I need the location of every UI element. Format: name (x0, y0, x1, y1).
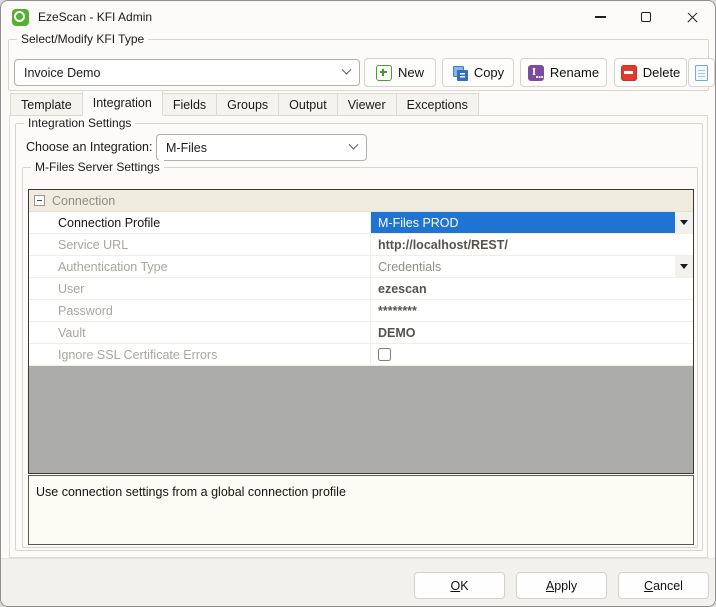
property-value: http://localhost/REST/ (378, 238, 508, 252)
ignore-ssl-value-cell (371, 344, 693, 365)
choose-integration-label: Choose an Integration: (26, 140, 152, 154)
ok-label: K (460, 579, 468, 593)
vault-value-cell[interactable]: DEMO (371, 322, 693, 343)
delete-button-label: Delete (643, 65, 681, 80)
chevron-down-icon (342, 65, 352, 75)
property-name: Authentication Type (29, 256, 371, 277)
user-value-cell[interactable]: ezescan (371, 278, 693, 299)
rename-button-label: Rename (550, 65, 599, 80)
tab-fields[interactable]: Fields (162, 93, 217, 116)
delete-icon (621, 65, 637, 81)
property-name: Connection Profile (29, 212, 371, 233)
tab-groups[interactable]: Groups (216, 93, 279, 116)
minimize-button[interactable] (577, 1, 623, 33)
kfi-type-group-label: Select/Modify KFI Type (17, 32, 148, 47)
ignore-ssl-checkbox[interactable] (378, 348, 391, 361)
integration-settings-label: Integration Settings (24, 116, 135, 131)
dropdown-button[interactable] (675, 256, 693, 277)
dropdown-arrow-icon (680, 264, 688, 269)
property-value: M-Files PROD (378, 216, 459, 230)
tab-exceptions[interactable]: Exceptions (396, 93, 479, 116)
property-value: Credentials (378, 260, 441, 274)
delete-button[interactable]: Delete (614, 58, 687, 87)
row-vault[interactable]: Vault DEMO (29, 322, 693, 344)
cancel-label: ancel (653, 579, 683, 593)
tab-output[interactable]: Output (278, 93, 338, 116)
mfiles-server-settings-groupbox: M-Files Server Settings Connection Conne… (22, 167, 698, 548)
window-title: EzeScan - KFI Admin (38, 10, 152, 24)
apply-mnemonic: A (546, 579, 554, 593)
maximize-icon (641, 12, 651, 22)
service-url-value-cell[interactable]: http://localhost/REST/ (371, 234, 693, 255)
kfi-admin-window: EzeScan - KFI Admin Select/Modify KFI Ty… (0, 0, 716, 607)
kfi-type-selected-value: Invoice Demo (24, 66, 100, 80)
property-name: Vault (29, 322, 371, 343)
row-connection-profile[interactable]: Connection Profile M-Files PROD (29, 212, 693, 234)
authentication-type-value-cell[interactable]: Credentials (371, 256, 693, 277)
close-icon (686, 11, 699, 24)
apply-label: pply (554, 579, 577, 593)
property-name: Service URL (29, 234, 371, 255)
property-description-text: Use connection settings from a global co… (36, 485, 346, 499)
row-authentication-type[interactable]: Authentication Type Credentials (29, 256, 693, 278)
apply-button[interactable]: Apply (516, 572, 607, 599)
rename-icon (528, 65, 544, 81)
password-value-cell[interactable]: ******** (371, 300, 693, 321)
copy-button[interactable]: Copy (442, 58, 514, 87)
report-button[interactable] (688, 58, 715, 87)
cancel-mnemonic: C (644, 579, 653, 593)
grid-empty-area (29, 366, 693, 472)
property-value: DEMO (378, 326, 416, 340)
new-icon (376, 65, 392, 81)
property-value: ezescan (378, 282, 427, 296)
copy-icon (452, 65, 468, 81)
ok-mnemonic: O (450, 579, 460, 593)
row-password[interactable]: Password ******** (29, 300, 693, 322)
new-button[interactable]: New (364, 58, 436, 87)
cancel-button[interactable]: Cancel (618, 572, 709, 599)
connection-profile-value-cell[interactable]: M-Files PROD (371, 212, 693, 233)
row-ignore-ssl-certificate-errors[interactable]: Ignore SSL Certificate Errors (29, 344, 693, 366)
maximize-button[interactable] (623, 1, 669, 33)
collapse-icon[interactable] (34, 195, 45, 206)
property-name: Password (29, 300, 371, 321)
document-icon (695, 65, 708, 81)
kfi-type-select[interactable]: Invoice Demo (14, 59, 360, 86)
tab-template[interactable]: Template (10, 93, 83, 116)
integration-settings-groupbox: Integration Settings Choose an Integrati… (15, 123, 703, 551)
property-description-panel: Use connection settings from a global co… (28, 475, 694, 545)
property-name: Ignore SSL Certificate Errors (29, 344, 371, 365)
tab-integration[interactable]: Integration (82, 90, 163, 116)
property-value: ******** (378, 304, 417, 318)
integration-selected-value: M-Files (166, 141, 207, 155)
footer-button-bar: OK Apply Cancel (1, 558, 715, 607)
new-button-label: New (398, 65, 424, 80)
dropdown-button[interactable] (675, 212, 693, 233)
kfi-type-groupbox: Select/Modify KFI Type Invoice Demo New … (8, 39, 709, 91)
mfiles-server-settings-label: M-Files Server Settings (31, 160, 164, 175)
row-user[interactable]: User ezescan (29, 278, 693, 300)
copy-button-label: Copy (474, 65, 504, 80)
title-bar: EzeScan - KFI Admin (1, 1, 715, 33)
row-service-url[interactable]: Service URL http://localhost/REST/ (29, 234, 693, 256)
connection-property-grid: Connection Connection Profile M-Files PR… (28, 189, 694, 474)
ok-button[interactable]: OK (414, 572, 505, 599)
dropdown-arrow-icon (680, 220, 688, 225)
property-name: User (29, 278, 371, 299)
rename-button[interactable]: Rename (520, 58, 607, 87)
category-label: Connection (52, 194, 115, 208)
tab-viewer[interactable]: Viewer (337, 93, 397, 116)
ezescan-logo-icon (12, 9, 29, 26)
minimize-icon (595, 16, 606, 17)
integration-select[interactable]: M-Files (156, 134, 367, 161)
chevron-down-icon (349, 140, 359, 150)
window-controls (577, 1, 715, 33)
close-button[interactable] (669, 1, 715, 33)
category-row-connection[interactable]: Connection (29, 190, 693, 212)
tab-strip: Template Integration Fields Groups Outpu… (10, 90, 478, 116)
